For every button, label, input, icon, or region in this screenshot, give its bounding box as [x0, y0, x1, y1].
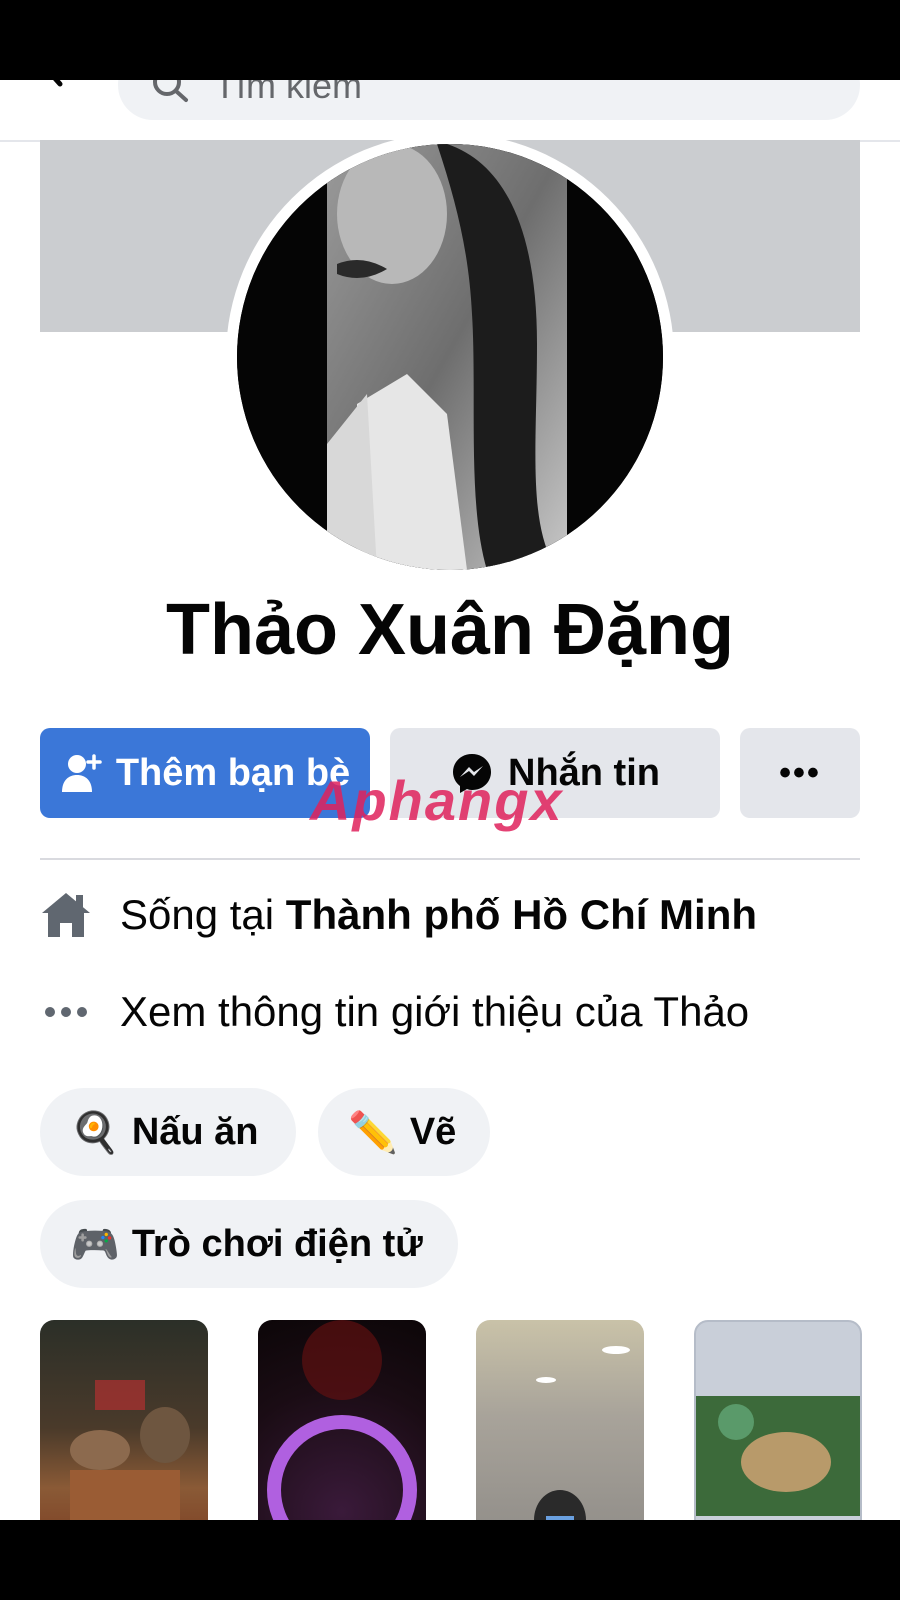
lives-in-row: Sống tại Thành phố Hồ Chí Minh: [40, 885, 880, 945]
see-about-label: Xem thông tin giới thiệu của Thảo: [120, 988, 750, 1035]
search-input[interactable]: Tìm kiếm: [118, 80, 860, 120]
hobby-label: Nấu ăn: [131, 1110, 259, 1153]
divider: [40, 858, 860, 860]
home-icon: [40, 889, 92, 941]
cats-photo: [70, 1380, 190, 1520]
featured-photo-4[interactable]: [694, 1320, 862, 1520]
add-friend-icon: [61, 754, 102, 792]
lives-prefix: Sống tại: [120, 891, 286, 938]
hobby-chip-drawing[interactable]: ✏️ Vẽ: [318, 1088, 490, 1176]
hobby-chip-cooking[interactable]: 🍳 Nấu ăn: [40, 1088, 296, 1176]
more-options-button[interactable]: •••: [740, 728, 860, 818]
featured-photo-3[interactable]: [476, 1320, 644, 1520]
profile-screen: Tìm kiếm Thảo Xuân Đặng Thêm bạn bè Nhắn…: [0, 80, 900, 1520]
neon-ring-photo: [267, 1320, 417, 1520]
cooking-icon: 🍳: [70, 1109, 120, 1156]
see-about-row[interactable]: Xem thông tin giới thiệu của Thảo: [40, 982, 880, 1042]
watermark-logo: Aphangx: [310, 769, 564, 832]
hobby-label: Trò chơi điện tử: [131, 1222, 423, 1265]
search-placeholder: Tìm kiếm: [214, 80, 362, 106]
featured-photo-2[interactable]: [258, 1320, 426, 1520]
gamepad-icon: 🎮: [70, 1221, 120, 1268]
profile-name: Thảo Xuân Đặng: [165, 590, 735, 670]
avatar-photo: [237, 144, 663, 570]
search-icon: [153, 80, 188, 102]
game-screenshot-photo: [696, 1396, 860, 1520]
hobby-chip-gaming[interactable]: 🎮 Trò chơi điện tử: [40, 1200, 458, 1288]
pencil-icon: ✏️: [348, 1109, 398, 1156]
more-dots-icon: [40, 986, 92, 1038]
hobby-label: Vẽ: [409, 1110, 457, 1153]
back-arrow-icon[interactable]: [24, 80, 84, 120]
more-icon: •••: [779, 753, 821, 792]
lives-city-link[interactable]: Thành phố Hồ Chí Minh: [286, 891, 757, 939]
featured-photo-1[interactable]: [40, 1320, 208, 1520]
profile-avatar[interactable]: [237, 144, 663, 570]
mirror-selfie-photo: [534, 1346, 630, 1520]
